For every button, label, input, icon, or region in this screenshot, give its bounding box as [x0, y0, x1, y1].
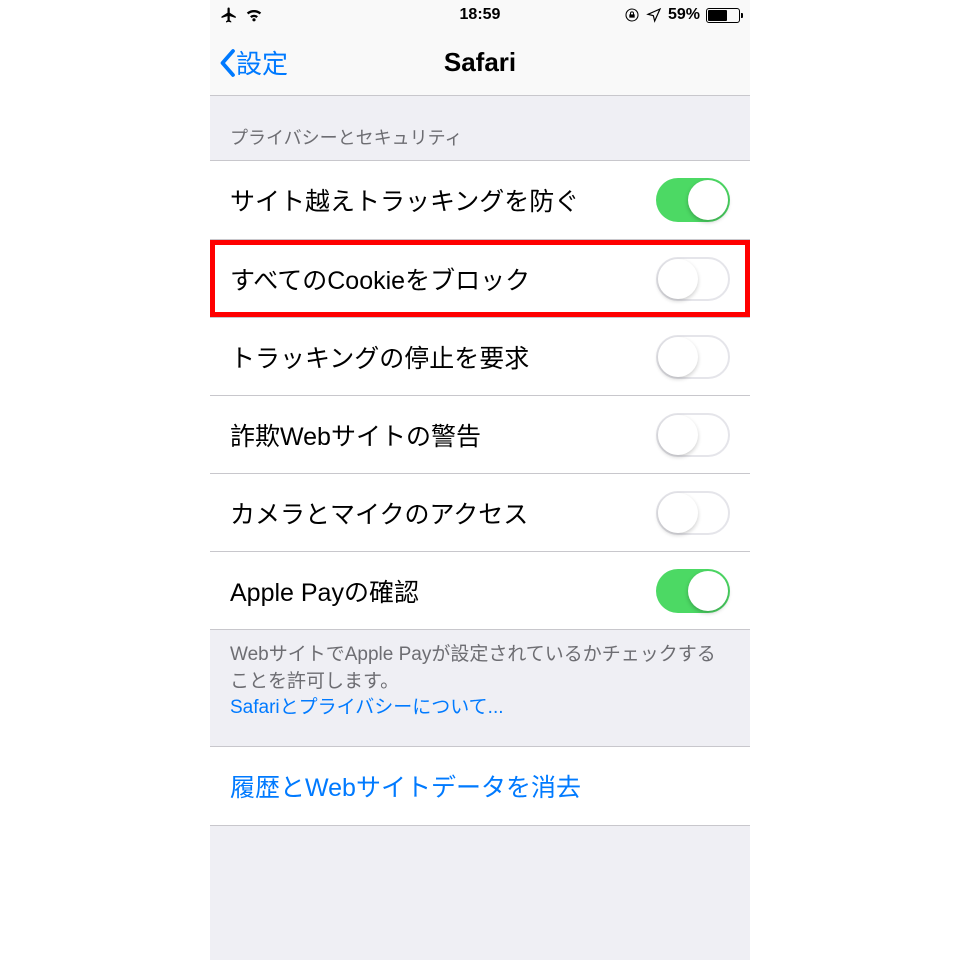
row-label: カメラとマイクのアクセス — [230, 495, 528, 531]
status-bar: 18:59 59% — [210, 0, 750, 30]
privacy-settings-group: サイト越えトラッキングを防ぐ すべてのCookieをブロック トラッキングの停止… — [210, 160, 750, 630]
clear-history-label: 履歴とWebサイトデータを消去 — [230, 768, 581, 804]
row-camera-microphone-access: カメラとマイクのアクセス — [210, 473, 750, 551]
clear-history-button[interactable]: 履歴とWebサイトデータを消去 — [210, 747, 750, 825]
row-label: Apple Payの確認 — [230, 573, 419, 609]
row-label: サイト越えトラッキングを防ぐ — [230, 182, 579, 218]
row-check-apple-pay: Apple Payの確認 — [210, 551, 750, 629]
row-label: すべてのCookieをブロック — [230, 261, 530, 297]
row-label: 詐欺Webサイトの警告 — [230, 417, 481, 453]
airplane-mode-icon — [220, 6, 238, 24]
footer-description: WebサイトでApple Payが設定されているかチェックすることを許可します。 — [230, 644, 716, 692]
toggle-prevent-cross-site-tracking[interactable] — [656, 178, 730, 222]
row-prevent-cross-site-tracking: サイト越えトラッキングを防ぐ — [210, 161, 750, 239]
row-label: トラッキングの停止を要求 — [230, 339, 529, 375]
privacy-link[interactable]: Safariとプライバシーについて... — [230, 697, 504, 718]
section-footer-privacy: WebサイトでApple Payが設定されているかチェックすることを許可します。… — [210, 630, 750, 746]
wifi-icon — [244, 7, 264, 23]
section-header-privacy: プライバシーとセキュリティ — [210, 96, 750, 160]
location-icon — [646, 7, 662, 23]
toggle-do-not-track[interactable] — [656, 335, 730, 379]
back-label: 設定 — [236, 44, 288, 81]
toggle-check-apple-pay[interactable] — [656, 569, 730, 613]
row-block-all-cookies: すべてのCookieをブロック — [210, 239, 750, 317]
nav-bar: 設定 Safari — [210, 30, 750, 96]
clear-history-group: 履歴とWebサイトデータを消去 — [210, 746, 750, 826]
nav-title: Safari — [210, 47, 750, 78]
toggle-block-all-cookies[interactable] — [656, 257, 730, 301]
battery-icon — [706, 8, 740, 23]
back-button[interactable]: 設定 — [210, 44, 288, 81]
chevron-left-icon — [218, 48, 236, 78]
orientation-lock-icon — [624, 7, 640, 23]
row-do-not-track: トラッキングの停止を要求 — [210, 317, 750, 395]
row-fraudulent-website-warning: 詐欺Webサイトの警告 — [210, 395, 750, 473]
toggle-camera-microphone-access[interactable] — [656, 491, 730, 535]
safari-settings-screen: 18:59 59% 設定 Safari プライバシーとセキュリティ サイト越えト… — [210, 0, 750, 960]
battery-percentage: 59% — [668, 6, 700, 24]
toggle-fraudulent-website-warning[interactable] — [656, 413, 730, 457]
